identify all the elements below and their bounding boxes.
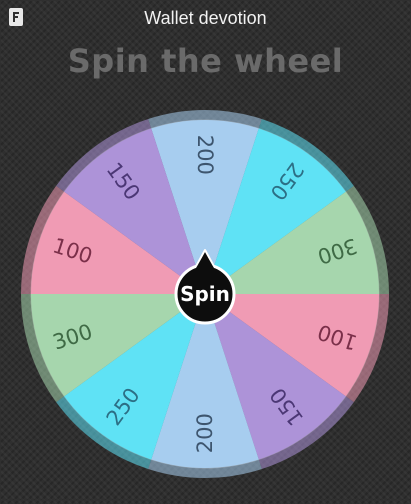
prize-wheel[interactable]: 200250300100150200250300100150 Spin [0,0,411,500]
wheel-container: 200 250 300 100 150 200 250 300 100 150 Spin [0,0,411,500]
wheel-segment-label: 200 [193,413,217,453]
wheel-segment-label: 200 [193,135,217,175]
spin-button-label: Spin [180,282,230,306]
